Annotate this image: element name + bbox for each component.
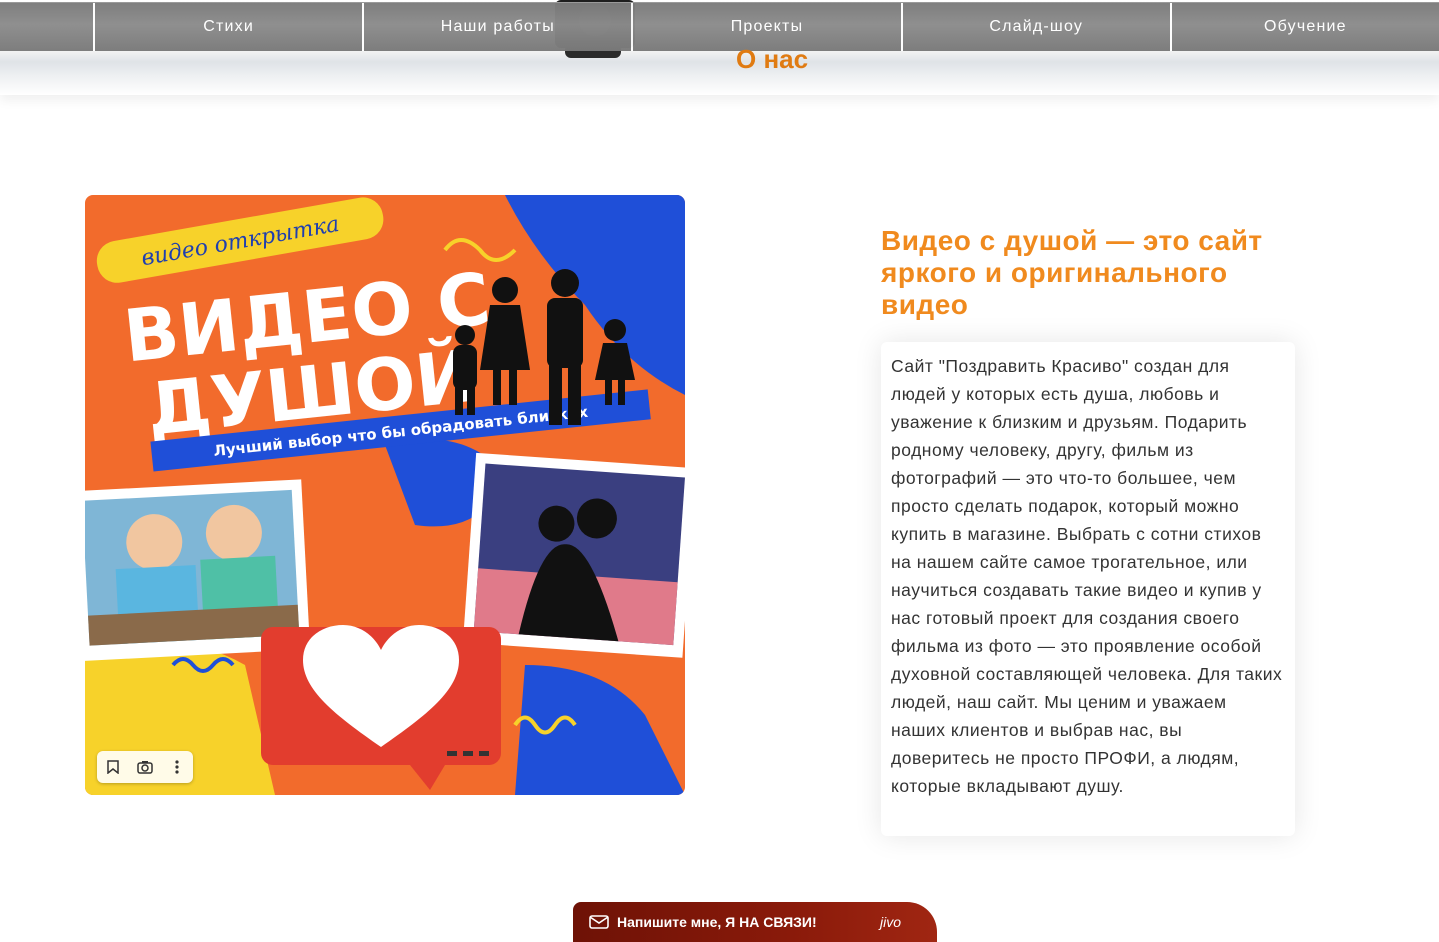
- nav-item-training[interactable]: Обучение: [1169, 3, 1439, 51]
- bookmark-icon[interactable]: [101, 755, 125, 779]
- more-vertical-icon[interactable]: [165, 755, 189, 779]
- nav-item-blank[interactable]: [0, 3, 94, 51]
- about-body-text: Сайт "Поздравить Красиво" создан для люд…: [891, 356, 1283, 796]
- chat-brand-logo: jivo: [879, 914, 901, 930]
- envelope-icon: [589, 915, 609, 929]
- chat-widget-button[interactable]: Напишите мне, Я НА СВЯЗИ! jivo: [573, 902, 937, 942]
- nav-link-about[interactable]: О нас: [736, 44, 808, 75]
- about-text-card: Сайт "Поздравить Красиво" создан для люд…: [881, 342, 1295, 836]
- chat-widget-label: Напишите мне, Я НА СВЯЗИ!: [617, 914, 817, 930]
- camera-lens-icon[interactable]: [133, 755, 157, 779]
- main-nav: Стихи Наши работы Проекты Слайд-шоу Обуч…: [0, 2, 1439, 52]
- nav-item-poems[interactable]: Стихи: [93, 3, 363, 51]
- promo-artwork: видео открытка ВИДЕО С ДУШОЙ Лучший выбо…: [85, 195, 685, 795]
- promo-image: видео открытка ВИДЕО С ДУШОЙ Лучший выбо…: [85, 195, 685, 795]
- image-toolbar: [97, 751, 193, 783]
- nav-item-slideshow[interactable]: Слайд-шоу: [900, 3, 1170, 51]
- nav-item-our-works[interactable]: Наши работы: [362, 3, 632, 51]
- about-heading: Видео с душой — это сайт яркого и оригин…: [881, 225, 1263, 320]
